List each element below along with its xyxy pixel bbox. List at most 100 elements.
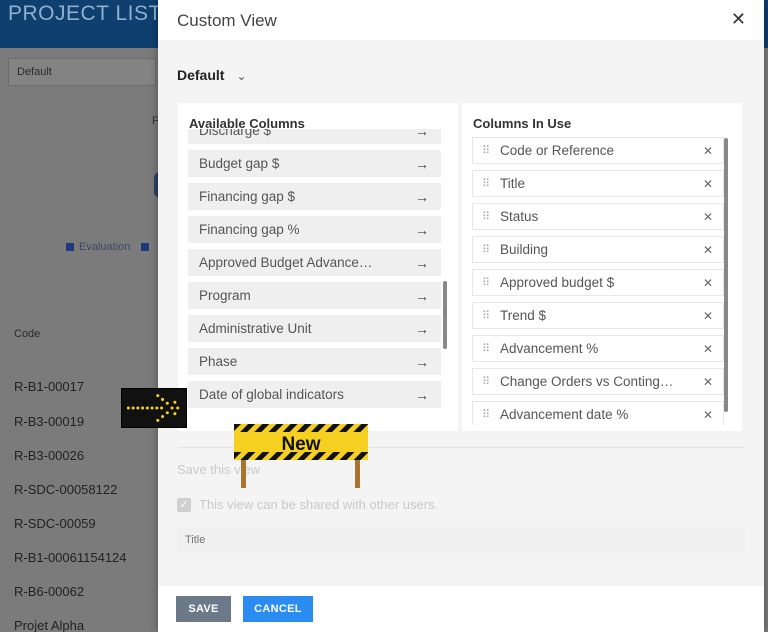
used-column-item[interactable]: ⠿ Code or Reference ✕ xyxy=(472,137,724,164)
used-column-item[interactable]: ⠿ Trend $ ✕ xyxy=(472,302,724,329)
arrow-right-icon[interactable]: → xyxy=(415,288,429,304)
legend-label: Evaluation xyxy=(79,241,131,253)
share-view-option[interactable]: ✓ This view can be shared with other use… xyxy=(177,497,438,512)
available-column-item[interactable]: Program → xyxy=(188,282,441,309)
chart-legend: Evaluation xyxy=(66,241,150,253)
arrow-right-icon[interactable]: → xyxy=(415,156,429,172)
available-column-item[interactable]: Phase → xyxy=(188,348,441,375)
columns-in-use-scrollbar[interactable] xyxy=(724,138,728,412)
drag-handle-icon[interactable]: ⠿ xyxy=(482,243,500,256)
available-column-item[interactable]: Financing gap $ → xyxy=(188,183,441,210)
arrow-right-icon[interactable]: → xyxy=(415,387,429,403)
arrow-right-icon[interactable]: → xyxy=(415,354,429,370)
column-label: Phase xyxy=(199,354,238,369)
columns-in-use-list: ⠿ Code or Reference ✕ ⠿ Title ✕ ⠿ Status ✕ ⠿ Bu… xyxy=(472,137,724,425)
custom-view-dialog: Custom View ✕ Default ⌄ Available Column… xyxy=(158,0,764,632)
dialog-header: Custom View ✕ xyxy=(158,0,764,40)
column-label: Title xyxy=(500,176,526,191)
drag-handle-icon[interactable]: ⠿ xyxy=(482,408,500,421)
share-label: This view can be shared with other users… xyxy=(199,497,439,512)
column-label: Advancement date % xyxy=(500,407,629,422)
drag-handle-icon[interactable]: ⠿ xyxy=(482,342,500,355)
table-row[interactable]: R-SDC-00058122 xyxy=(14,482,117,497)
close-icon[interactable]: ✕ xyxy=(703,177,713,191)
close-icon[interactable]: ✕ xyxy=(703,342,713,356)
drag-handle-icon[interactable]: ⠿ xyxy=(482,210,500,223)
new-barrier-sign: New xyxy=(234,424,368,488)
used-column-item[interactable]: ⠿ Status ✕ xyxy=(472,203,724,230)
column-label: Approved budget $ xyxy=(500,275,615,290)
close-icon[interactable]: ✕ xyxy=(703,210,713,224)
column-label: Administrative Unit xyxy=(199,321,312,336)
view-selector-value: Default xyxy=(177,67,225,83)
available-columns-panel: Available Columns Discharge $ → Budget ga… xyxy=(178,103,458,431)
column-label: Advancement % xyxy=(500,341,599,356)
column-label: Approved Budget Advance… xyxy=(199,255,373,270)
available-column-item[interactable]: Financing gap % → xyxy=(188,216,441,243)
chevron-down-icon: ⌄ xyxy=(236,69,247,83)
table-row[interactable]: R-B1-00061154124 xyxy=(14,550,127,565)
drag-handle-icon[interactable]: ⠿ xyxy=(482,309,500,322)
page-title: PROJECT LIST xyxy=(8,2,162,25)
columns-in-use-panel: Columns In Use ⠿ Code or Reference ✕ ⠿ Titl… xyxy=(462,103,742,431)
cancel-button[interactable]: CANCEL xyxy=(243,596,313,622)
close-icon[interactable]: ✕ xyxy=(731,10,746,28)
close-icon[interactable]: ✕ xyxy=(703,375,713,389)
arrow-right-icon[interactable]: → xyxy=(415,189,429,205)
close-icon[interactable]: ✕ xyxy=(703,309,713,323)
column-label: Date of global indicators xyxy=(199,387,344,402)
arrow-right-icon[interactable]: → xyxy=(415,255,429,271)
table-row[interactable]: R-B1-00017 xyxy=(14,379,84,394)
background-view-select[interactable]: Default xyxy=(8,58,156,86)
used-column-item[interactable]: ⠿ Title ✕ xyxy=(472,170,724,197)
view-name-input[interactable] xyxy=(177,527,745,553)
column-label: Code or Reference xyxy=(500,143,615,158)
available-column-item[interactable]: Approved Budget Advance… → xyxy=(188,249,441,276)
column-label: Budget gap $ xyxy=(199,156,280,171)
barrier-graphic: New xyxy=(234,424,368,488)
arrow-right-icon[interactable]: → xyxy=(415,129,429,139)
column-label: Discharge $ xyxy=(199,129,272,138)
columns-in-use-title: Columns In Use xyxy=(473,116,572,131)
column-label: Financing gap % xyxy=(199,222,300,237)
table-row[interactable]: R-SDC-00059 xyxy=(14,516,96,531)
arrow-sign-icon xyxy=(121,388,187,428)
table-row[interactable]: R-B6-00062 xyxy=(14,584,84,599)
available-column-item[interactable]: Discharge $ → xyxy=(188,129,441,144)
available-column-item[interactable]: Budget gap $ → xyxy=(188,150,441,177)
column-label: Program xyxy=(199,288,251,303)
drag-handle-icon[interactable]: ⠿ xyxy=(482,375,500,388)
close-icon[interactable]: ✕ xyxy=(703,243,713,257)
share-checkbox[interactable]: ✓ xyxy=(177,497,191,512)
used-column-item[interactable]: ⠿ Advancement % ✕ xyxy=(472,335,724,362)
column-label: Change Orders vs Conting… xyxy=(500,374,674,389)
view-selector[interactable]: Default ⌄ xyxy=(177,67,247,83)
close-icon[interactable]: ✕ xyxy=(703,144,713,158)
close-icon[interactable]: ✕ xyxy=(703,276,713,290)
new-sign-label: New xyxy=(281,434,320,455)
used-column-item[interactable]: ⠿ Advancement date % ✕ xyxy=(472,401,724,425)
table-row[interactable]: R-B3-00026 xyxy=(14,448,84,463)
legend-swatch xyxy=(141,243,150,251)
drag-handle-icon[interactable]: ⠿ xyxy=(482,177,500,190)
arrow-right-icon[interactable]: → xyxy=(415,222,429,238)
used-column-item[interactable]: ⠿ Building ✕ xyxy=(472,236,724,263)
save-button[interactable]: SAVE xyxy=(176,596,231,622)
available-columns-scrollbar[interactable] xyxy=(443,281,447,349)
dialog-footer: SAVE CANCEL xyxy=(158,586,764,632)
used-column-item[interactable]: ⠿ Change Orders vs Conting… ✕ xyxy=(472,368,724,395)
available-columns-list: Discharge $ → Budget gap $ → Financing gap… xyxy=(188,129,441,423)
close-icon[interactable]: ✕ xyxy=(703,408,713,422)
drag-handle-icon[interactable]: ⠿ xyxy=(482,276,500,289)
table-row[interactable]: R-B3-00019 xyxy=(14,414,84,429)
available-column-item[interactable]: Date of global indicators → xyxy=(188,381,441,408)
helper-mark: · xyxy=(177,564,180,573)
column-label: Trend $ xyxy=(500,308,547,323)
legend-swatch xyxy=(66,243,74,251)
used-column-item[interactable]: ⠿ Approved budget $ ✕ xyxy=(472,269,724,296)
table-row[interactable]: Projet Alpha xyxy=(14,618,84,632)
drag-handle-icon[interactable]: ⠿ xyxy=(482,144,500,157)
dialog-title: Custom View xyxy=(177,11,277,30)
arrow-right-icon[interactable]: → xyxy=(415,321,429,337)
available-column-item[interactable]: Administrative Unit → xyxy=(188,315,441,342)
